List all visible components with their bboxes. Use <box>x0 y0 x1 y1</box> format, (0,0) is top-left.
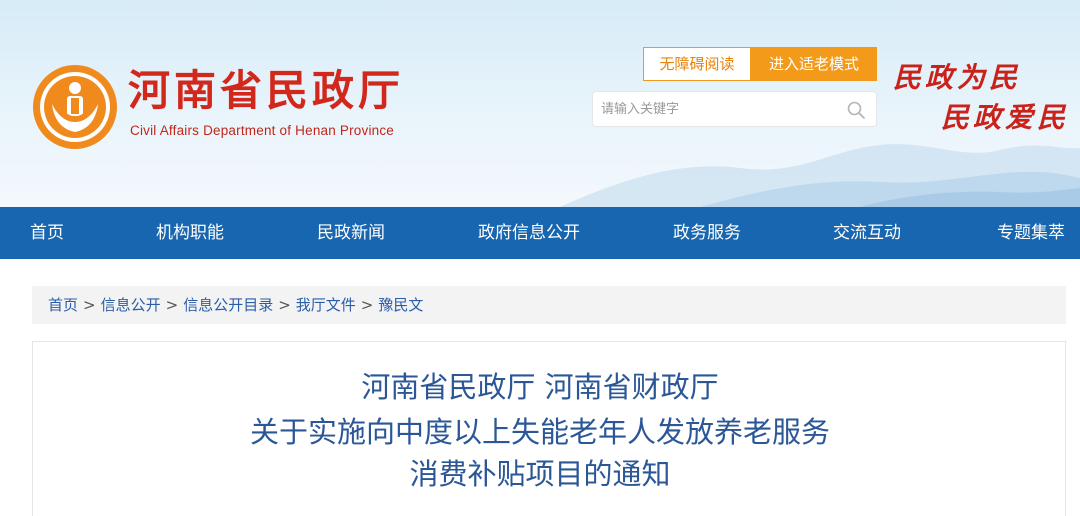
nav-item-functions[interactable]: 机构职能 <box>156 207 224 259</box>
breadcrumb-separator: > <box>360 296 374 314</box>
nav-item-home[interactable]: 首页 <box>30 207 64 259</box>
breadcrumb-separator: > <box>278 296 291 314</box>
nav-item-topics[interactable]: 专题集萃 <box>997 207 1065 259</box>
breadcrumb: 首页 > 信息公开 > 信息公开目录 > 我厅文件 > 豫民文 <box>32 286 1066 324</box>
nav-item-services[interactable]: 政务服务 <box>673 207 741 259</box>
site-title: 河南省民政厅 <box>128 66 405 115</box>
site-header: 河南省民政厅 Civil Affairs Department of Henan… <box>0 0 1080 207</box>
search-icon[interactable] <box>846 100 866 120</box>
breadcrumb-home[interactable]: 首页 <box>48 296 78 314</box>
henan-civil-affairs-emblem-icon <box>33 65 117 149</box>
breadcrumb-our-documents[interactable]: 我厅文件 <box>296 296 356 314</box>
nav-item-news[interactable]: 民政新闻 <box>317 207 385 259</box>
nav-item-info-disclosure[interactable]: 政府信息公开 <box>478 207 580 259</box>
slogan-line-1: 民政为民 <box>893 61 1022 94</box>
elder-mode-button[interactable]: 进入适老模式 <box>751 47 877 81</box>
breadcrumb-yu-min-wen[interactable]: 豫民文 <box>378 296 423 314</box>
breadcrumb-info-disclosure[interactable]: 信息公开 <box>101 296 161 314</box>
breadcrumb-separator: > <box>165 296 179 314</box>
article-title-line-1: 河南省民政厅 河南省财政厅 <box>361 370 719 404</box>
main-navigation: 首页 机构职能 民政新闻 政府信息公开 政务服务 交流互动 专题集萃 <box>0 207 1080 259</box>
search-box <box>592 91 877 127</box>
article-title-line-2: 关于实施向中度以上失能老年人发放养老服务 <box>249 415 830 449</box>
nav-item-interaction[interactable]: 交流互动 <box>833 207 901 259</box>
breadcrumb-separator: > <box>83 296 96 314</box>
site-subtitle-english: Civil Affairs Department of Henan Provin… <box>130 123 395 138</box>
article-title-line-3: 消费补贴项目的通知 <box>409 457 671 491</box>
accessibility-reading-button[interactable]: 无障碍阅读 <box>643 47 751 81</box>
slogan-line-2: 民政爱民 <box>941 101 1070 134</box>
search-input[interactable] <box>601 92 841 126</box>
breadcrumb-info-directory[interactable]: 信息公开目录 <box>183 296 273 314</box>
